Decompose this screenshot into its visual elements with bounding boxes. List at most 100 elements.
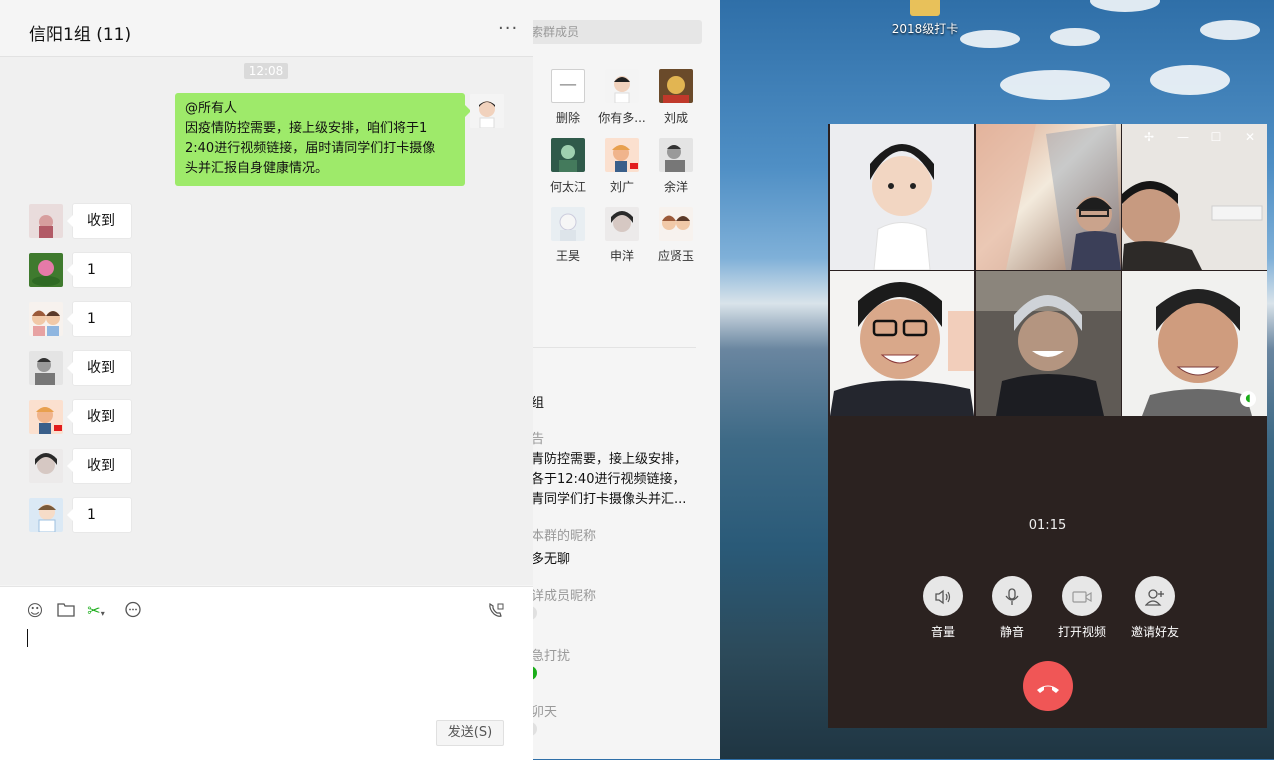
member-avatar [605,69,639,103]
reply-bubble[interactable]: 收到 [67,399,132,435]
member-item[interactable]: 刘成 [646,69,706,126]
member-item[interactable]: 何太江 [538,138,598,195]
send-button[interactable]: 发送(S) [436,720,504,746]
member-name: 刘广 [609,180,634,194]
participant-video-tile[interactable] [830,124,974,270]
speaker-label: 音量 [930,625,955,639]
anime-avatar-image [29,498,63,532]
announcement-line[interactable]: 青防控需要，接上级安排， [533,448,687,467]
member-name: 你有多... [598,111,646,125]
member-item[interactable]: 王昊 [538,207,598,264]
message-row: 收到 [0,448,533,484]
do-not-disturb-label: 急打扰 [533,649,571,664]
desktop-folder-label: 2018级打卡 [891,22,959,36]
message-row: 收到 [0,203,533,239]
minus-icon: — [551,69,585,103]
member-avatar [551,138,585,172]
reply-bubble[interactable]: 1 [67,252,132,288]
my-group-nickname-value[interactable]: 多无聊 [533,548,570,567]
minimize-icon[interactable]: — [1176,130,1190,144]
avatar[interactable] [29,302,63,336]
message-line: 因疫情防控需要，接上级安排，咱们将于1 [185,121,428,136]
participant-video-tile[interactable] [976,271,1121,416]
avatar[interactable] [29,351,63,385]
show-nickname-toggle[interactable] [533,606,537,620]
reply-bubble[interactable]: 收到 [67,448,132,484]
avatar[interactable] [29,449,63,483]
member-avatar [605,138,639,172]
invite-friend-label: 邀请好友 [1130,625,1179,639]
member-avatar [551,207,585,241]
more-options-button[interactable]: ··· [498,20,518,38]
close-icon[interactable]: ✕ [1243,130,1257,144]
avatar[interactable] [29,400,63,434]
participant-video-tile[interactable] [1122,124,1267,270]
my-group-nickname-label: 本群的昵称 [533,529,597,544]
reply-bubble[interactable]: 收到 [67,350,132,386]
member-name: 申洋 [609,249,634,263]
avatar[interactable] [29,498,63,532]
participant-video-tile[interactable] [976,124,1121,270]
video-call-icon[interactable] [486,601,506,621]
member-name: 刘成 [663,111,688,125]
avatar[interactable] [29,253,63,287]
member-item[interactable]: 你有多... [592,69,652,126]
member-item[interactable]: 申洋 [592,207,652,264]
member-name: 王昊 [555,249,580,263]
reply-bubble[interactable]: 1 [67,497,132,533]
message-row: 1 [0,497,533,533]
invite-friend-button[interactable]: 邀请好友 [1120,576,1190,640]
cloud [1200,20,1260,40]
participant-video-tile[interactable]: ◖ [1122,271,1267,416]
show-member-nickname-label: 详成员昵称 [533,589,597,604]
timestamp: 12:08 [244,63,288,79]
message-line: @所有人 [185,101,238,116]
hang-up-button[interactable] [1023,661,1073,711]
member-item[interactable]: 余洋 [646,138,706,195]
member-name: 余洋 [663,180,688,194]
member-search-input[interactable]: 索群成员 [533,20,702,44]
chat-header: 信阳1组 (11) ··· [0,0,533,57]
scissors-icon[interactable]: ✂▾ [86,601,106,621]
member-item[interactable]: 应贤玉 [646,207,706,264]
announcement-line[interactable]: 各于12:40进行视频链接， [533,468,685,487]
delete-member-button[interactable]: — 删除 [538,69,598,126]
folder-icon[interactable] [56,601,76,621]
call-control-area: 01:15 音量 静音 打开视频 邀请好友 [828,416,1267,728]
reply-bubble[interactable]: 1 [67,301,132,337]
member-item[interactable]: 刘广 [592,138,652,195]
message-composer[interactable]: ☺ ✂▾ 发送(S) [0,586,533,760]
cartoon-avatar-image [29,400,63,434]
message-list[interactable]: 12:08 @所有人 因疫情防控需要，接上级安排，咱们将于1 2:40进行视频链… [0,57,533,585]
emoji-icon[interactable]: ☺ [25,601,45,621]
group-info-panel: ✢ — ☐ ✕ 索群成员 — 删除 你有多... 刘成 何太江 刘广 余洋 王昊… [533,0,720,759]
my-message-bubble[interactable]: @所有人 因疫情防控需要，接上级安排，咱们将于1 2:40进行视频链接，届时请同… [175,93,471,186]
chat-title: 信阳1组 (11) [29,25,132,45]
participant-video-tile[interactable] [830,271,974,416]
desktop-folder[interactable]: 2018级打卡 [890,0,960,37]
speaking-indicator-icon: ◖ [1240,391,1256,407]
child-video-image [830,124,974,270]
maximize-icon[interactable]: ☐ [1209,130,1223,144]
student-video-image [976,124,1121,270]
man-portrait-avatar-image [29,351,63,385]
pin-chat-toggle[interactable] [533,722,537,736]
open-video-button[interactable]: 打开视频 [1047,576,1117,640]
speaker-button[interactable]: 音量 [908,576,978,640]
avatar[interactable] [29,204,63,238]
my-avatar[interactable] [470,94,504,128]
announcement-line[interactable]: 青同学们打卡摄像头并汇... [533,488,686,507]
mute-button[interactable]: 静音 [977,576,1047,640]
pin-window-icon[interactable]: ✢ [1142,130,1156,144]
announcement-label: 告 [533,432,545,447]
message-row: 收到 [0,399,533,435]
cloud [1000,70,1110,100]
student-video-image [976,271,1121,416]
girl-avatar-image [29,204,63,238]
microphone-icon [992,576,1032,616]
member-name: 应贤玉 [657,249,694,263]
chat-bubble-icon[interactable] [123,601,143,621]
do-not-disturb-toggle[interactable] [533,666,537,680]
group-name-value[interactable]: 组 [533,392,544,411]
reply-bubble[interactable]: 收到 [67,203,132,239]
